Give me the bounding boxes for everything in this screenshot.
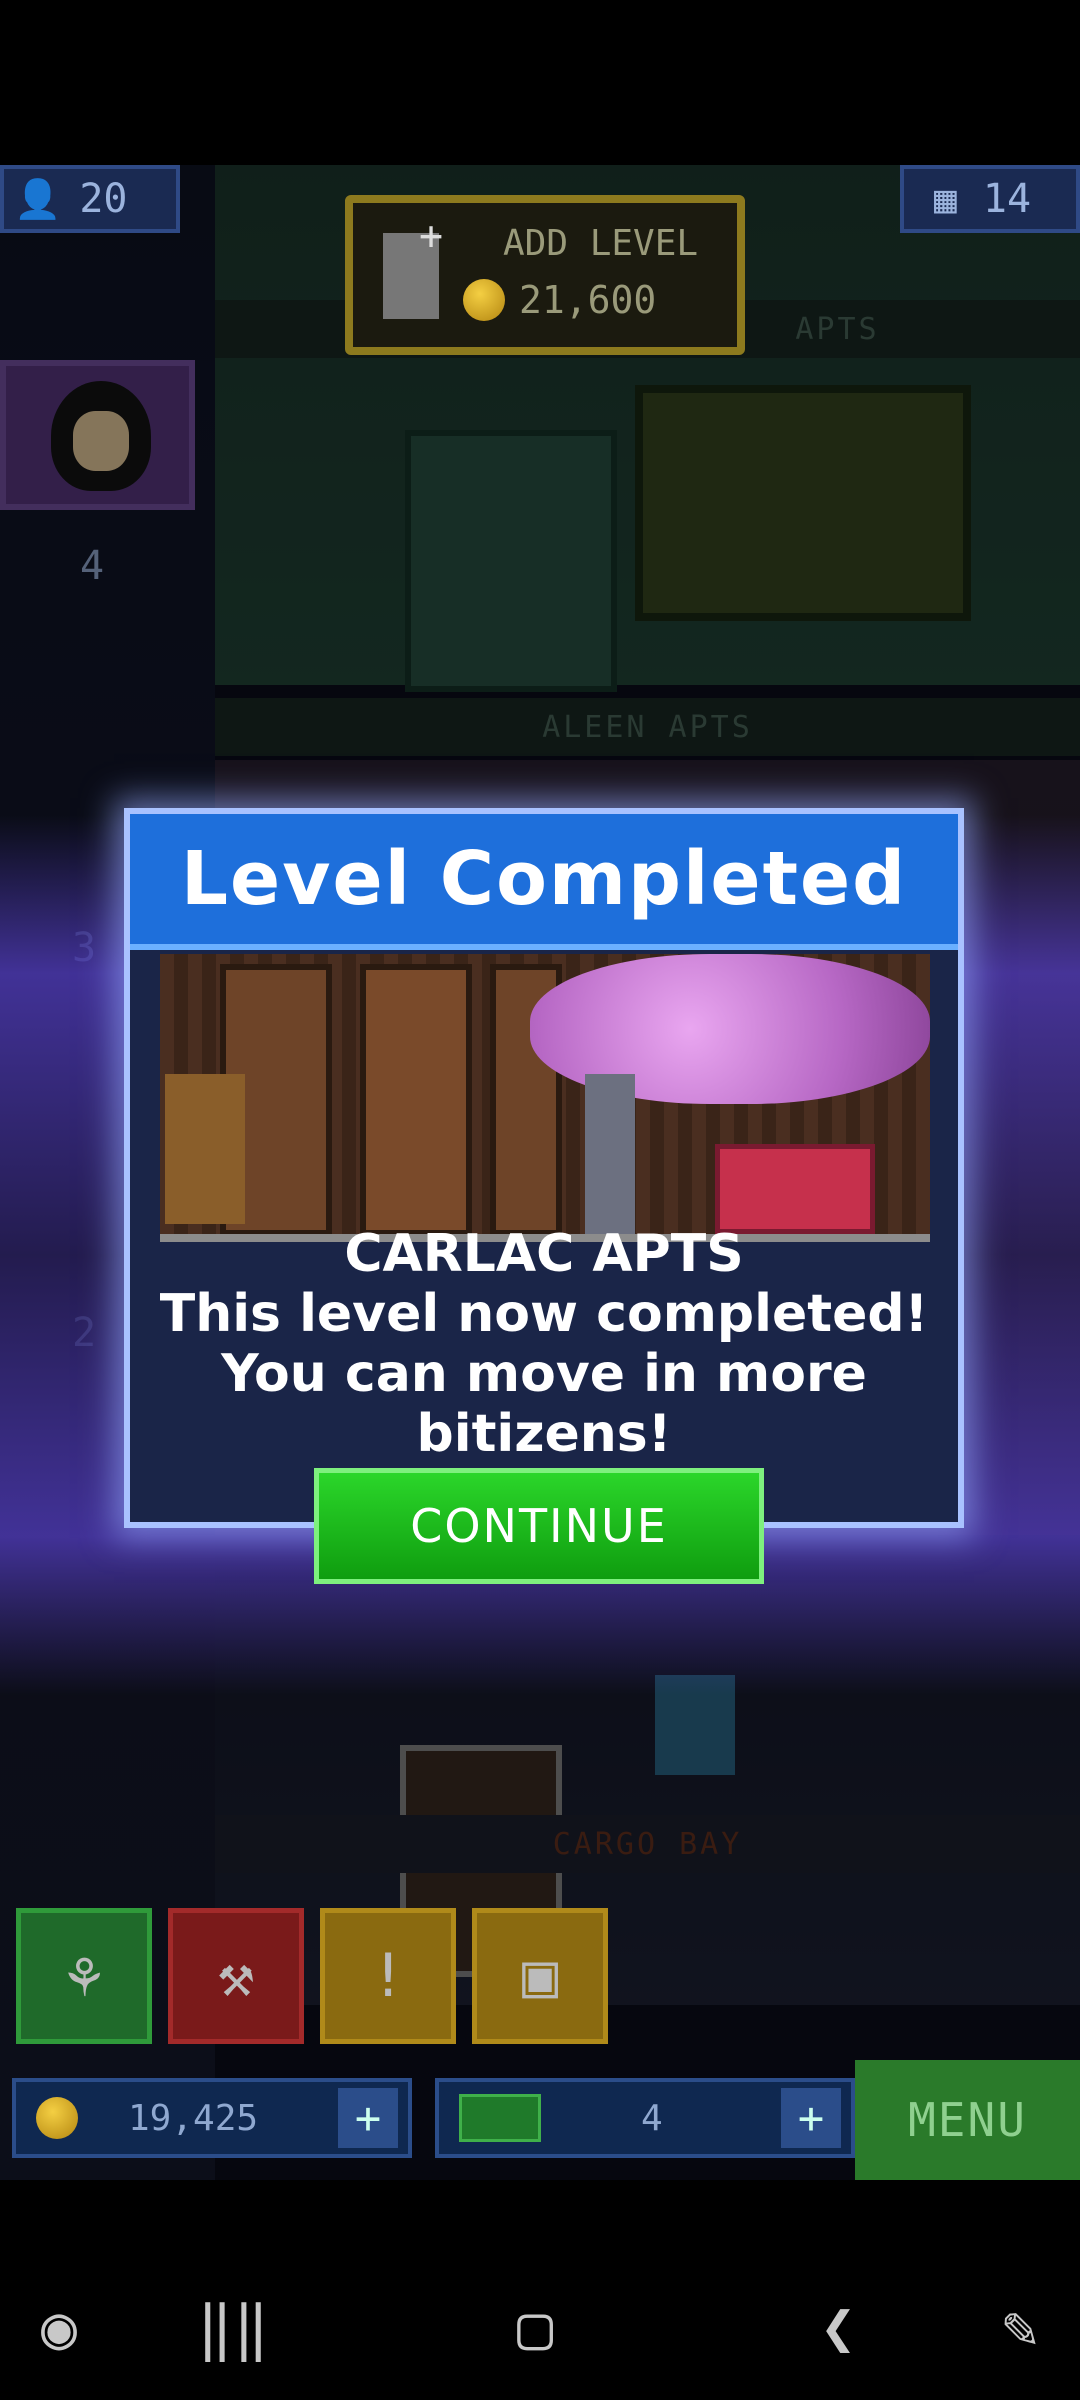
menu-button[interactable]: MENU bbox=[855, 2060, 1080, 2180]
coin-icon bbox=[463, 279, 505, 321]
person-icon: 👤 bbox=[14, 176, 62, 221]
dialog-title: Level Completed bbox=[130, 814, 958, 950]
level-completed-dialog: Level Completed CARLAC APTS This level n… bbox=[124, 808, 964, 1528]
add-document-icon: + bbox=[383, 216, 443, 319]
buy-bux-button[interactable]: + bbox=[781, 2088, 841, 2148]
floors-counter[interactable]: ▦ 14 bbox=[900, 165, 1080, 233]
screenshot-icon[interactable]: ✎ bbox=[975, 2283, 1065, 2373]
dialog-message-line3: bitizens! bbox=[416, 1404, 672, 1464]
back-icon[interactable]: ❮ bbox=[793, 2283, 883, 2373]
population-counter[interactable]: 👤 20 bbox=[0, 165, 180, 233]
add-level-button[interactable]: + ADD LEVEL 21,600 bbox=[345, 195, 745, 355]
continue-button[interactable]: CONTINUE bbox=[314, 1468, 764, 1584]
dialog-floor-name: CARLAC APTS bbox=[344, 1224, 744, 1284]
box-icon: ▣ bbox=[521, 1941, 559, 2011]
game-controller-icon[interactable]: ◉ bbox=[14, 2283, 104, 2373]
recents-icon[interactable]: ‖‖ bbox=[188, 2283, 278, 2373]
home-icon[interactable]: ▢ bbox=[490, 2283, 580, 2373]
alien-icon: ⚘ bbox=[65, 1941, 103, 2011]
alerts-button[interactable]: ! bbox=[320, 1908, 456, 2044]
building-icon: ▦ bbox=[934, 177, 957, 221]
build-button[interactable]: ⚒ bbox=[168, 1908, 304, 2044]
coin-icon bbox=[36, 2097, 78, 2139]
bux-bar: 4 + bbox=[435, 2078, 855, 2158]
exclamation-icon: ! bbox=[369, 1941, 407, 2011]
hammer-icon: ⚒ bbox=[217, 1941, 255, 2011]
add-level-label: ADD LEVEL bbox=[503, 223, 699, 264]
alien-button[interactable]: ⚘ bbox=[16, 1908, 152, 2044]
floors-value: 14 bbox=[982, 176, 1032, 222]
inventory-button[interactable]: ▣ bbox=[472, 1908, 608, 2044]
population-value: 20 bbox=[79, 176, 128, 222]
add-level-cost: 21,600 bbox=[463, 278, 656, 322]
add-level-cost-value: 21,600 bbox=[519, 278, 657, 322]
floor-preview-image bbox=[160, 954, 930, 1242]
coins-value: 19,425 bbox=[128, 2097, 259, 2139]
bux-icon bbox=[459, 2094, 541, 2142]
coins-bar: 19,425 + bbox=[12, 2078, 412, 2158]
dialog-message-line2: You can move in more bbox=[221, 1344, 867, 1404]
bux-value: 4 bbox=[641, 2097, 663, 2139]
system-navigation-bar: ◉ ‖‖ ▢ ❮ ✎ bbox=[0, 2255, 1080, 2400]
buy-coins-button[interactable]: + bbox=[338, 2088, 398, 2148]
dialog-message-line1: This level now completed! bbox=[159, 1284, 929, 1344]
